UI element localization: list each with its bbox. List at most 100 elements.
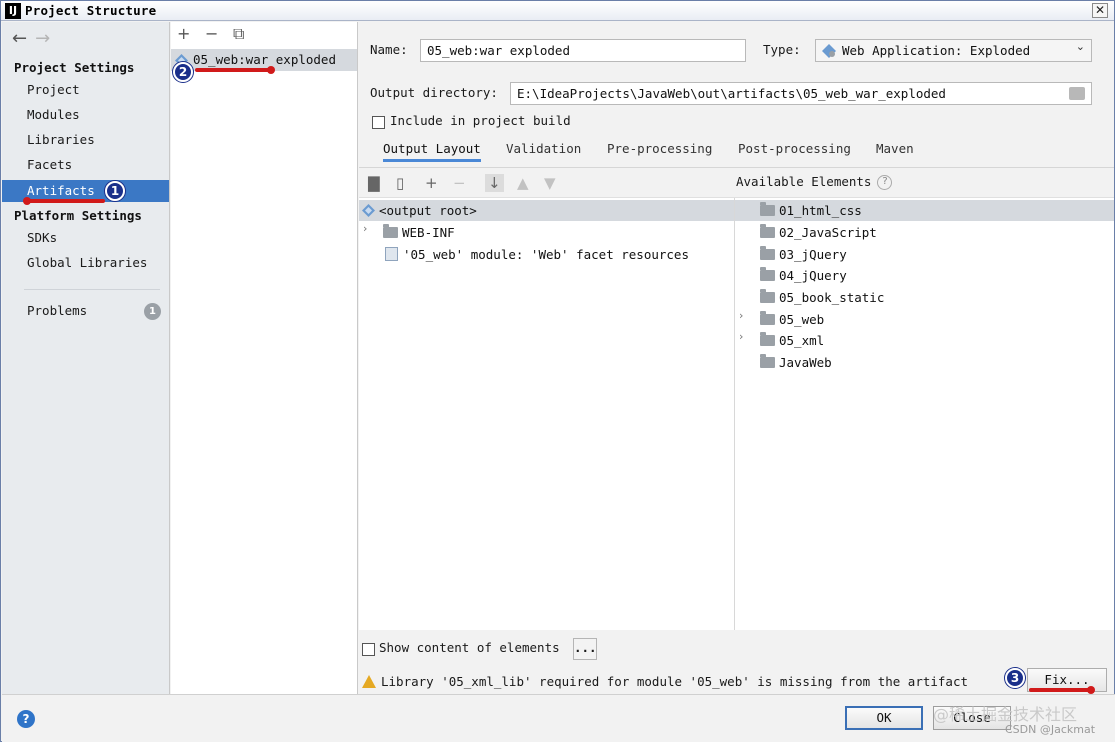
intellij-app-icon: IJ [5,3,21,19]
move-down-icon[interactable]: ▼ [544,174,556,192]
layout-toolbar: ▇ ▯ + − ↓ ▲ ▼ [359,168,734,198]
problems-count-badge: 1 [144,303,161,320]
facet-resources-icon [385,247,398,261]
artifact-item-label: 05_web:war exploded [193,52,336,67]
tree-item-output-root[interactable]: <output root> [359,200,734,221]
help-icon[interactable]: ? [877,175,893,190]
artifacts-list-panel: + − ⧉ 05_web:war exploded [171,22,358,694]
chevron-right-icon[interactable]: › [739,330,743,343]
platform-settings-heading: Platform Settings [14,208,142,223]
sidebar-item-modules[interactable]: Modules [2,104,169,126]
artifacts-toolbar: + − ⧉ [171,22,357,48]
navigation-arrows: ← → [12,28,58,49]
problems-label: Problems [27,303,88,318]
juejin-watermark: @稀土掘金技术社区 [933,705,1078,724]
annotation-marker-1: 1 [105,181,125,201]
include-in-build-checkbox[interactable] [372,116,385,129]
annotation-underline-artifacts [25,199,105,203]
tab-maven[interactable]: Maven [876,136,914,162]
sidebar-item-libraries[interactable]: Libraries [2,129,169,151]
annotation-dot [1087,686,1095,694]
type-label: Type: [763,42,801,57]
chevron-down-icon: ⌄ [1075,40,1085,53]
csdn-watermark: CSDN @Jackmat [1005,723,1096,736]
available-item-label: 01_html_css [779,203,862,218]
output-directory-value: E:\IdeaProjects\JavaWeb\out\artifacts\05… [517,86,946,101]
module-folder-icon [760,311,775,325]
remove-artifact-icon[interactable]: − [205,24,218,43]
tree-item-web-inf[interactable]: › WEB-INF [359,222,734,243]
sidebar-item-project[interactable]: Project [2,79,169,101]
sort-icon[interactable]: ↓ [485,174,504,192]
web-app-icon [822,44,836,58]
name-input[interactable]: 05_web:war exploded [420,39,746,62]
chevron-right-icon[interactable]: › [739,309,743,322]
module-folder-icon [760,267,775,281]
artifact-tabs: Output Layout Validation Pre-processing … [359,136,1114,162]
available-elements-header: Available Elements? [734,168,1114,198]
available-item-label: 05_xml [779,333,825,348]
annotation-dot [23,197,31,205]
sidebar-item-sdks[interactable]: SDKs [2,227,169,249]
add-artifact-icon[interactable]: + [177,24,190,43]
browse-folder-icon[interactable] [1069,87,1085,100]
layout-options: Show content of elements ... Library '05… [359,630,1114,694]
tab-validation[interactable]: Validation [506,136,581,162]
back-arrow-icon[interactable]: ← [12,28,27,49]
annotation-underline-fix [1029,688,1093,692]
tab-pre-processing[interactable]: Pre-processing [607,136,712,162]
available-item[interactable]: 02_JavaScript [735,222,1114,243]
sidebar-divider [24,289,160,290]
available-item[interactable]: 03_jQuery [735,244,1114,265]
available-item-label: 05_book_static [779,290,885,305]
remove-element-icon[interactable]: − [453,174,466,192]
available-item[interactable]: 05_book_static [735,287,1114,308]
module-folder-icon [760,289,775,303]
tree-item-label: WEB-INF [402,225,455,240]
warning-icon [362,675,376,688]
available-item-label: 02_JavaScript [779,225,877,240]
sidebar-item-problems[interactable]: Problems 1 [2,300,169,322]
ok-button[interactable]: OK [845,706,923,730]
annotation-dot [267,66,275,74]
folder-icon [383,224,398,238]
new-directory-icon[interactable]: ▇ [368,174,380,192]
type-select-value: Web Application: Exploded [842,43,1031,58]
sidebar-item-global-libraries[interactable]: Global Libraries [2,252,169,274]
show-content-label: Show content of elements [379,640,560,655]
settings-sidebar: ← → Project Settings Project Modules Libr… [2,22,170,694]
copy-artifact-icon[interactable]: ⧉ [233,24,244,44]
help-button[interactable]: ? [17,710,35,728]
add-element-icon[interactable]: + [425,174,438,192]
name-label: Name: [370,42,408,57]
annotation-marker-3: 3 [1005,668,1025,688]
output-directory-label: Output directory: [370,85,498,100]
module-folder-icon [760,202,775,216]
archive-icon[interactable]: ▯ [396,174,404,192]
more-options-button[interactable]: ... [573,638,597,660]
available-elements-label: Available Elements [736,174,872,189]
forward-arrow-icon[interactable]: → [35,28,50,49]
output-layout-area: ▇ ▯ + − ↓ ▲ ▼ Available Elements? <outpu… [359,167,1114,631]
available-item[interactable]: › 05_web [735,309,1114,330]
move-up-icon[interactable]: ▲ [517,174,529,192]
type-select[interactable]: Web Application: Exploded ⌄ [815,39,1092,62]
available-item[interactable]: 04_jQuery [735,265,1114,286]
tree-item-facet-resources[interactable]: '05_web' module: 'Web' facet resources [359,244,734,265]
available-item[interactable]: 01_html_css [735,200,1114,221]
module-folder-icon [760,224,775,238]
window-close-button[interactable]: ✕ [1092,3,1108,18]
available-item[interactable]: JavaWeb [735,352,1114,373]
title-bar: IJ Project Structure ✕ [1,1,1114,21]
chevron-right-icon[interactable]: › [363,222,367,235]
sidebar-item-facets[interactable]: Facets [2,154,169,176]
annotation-marker-2: 2 [173,62,193,82]
output-directory-input[interactable]: E:\IdeaProjects\JavaWeb\out\artifacts\05… [510,82,1092,105]
show-content-checkbox[interactable] [362,643,375,656]
available-item-label: 05_web [779,312,825,327]
missing-library-warning: Library '05_xml_lib' required for module… [381,674,968,689]
tree-item-label: '05_web' module: 'Web' facet resources [403,247,689,262]
tab-output-layout[interactable]: Output Layout [383,136,481,162]
tab-post-processing[interactable]: Post-processing [738,136,851,162]
available-item[interactable]: › 05_xml [735,330,1114,351]
